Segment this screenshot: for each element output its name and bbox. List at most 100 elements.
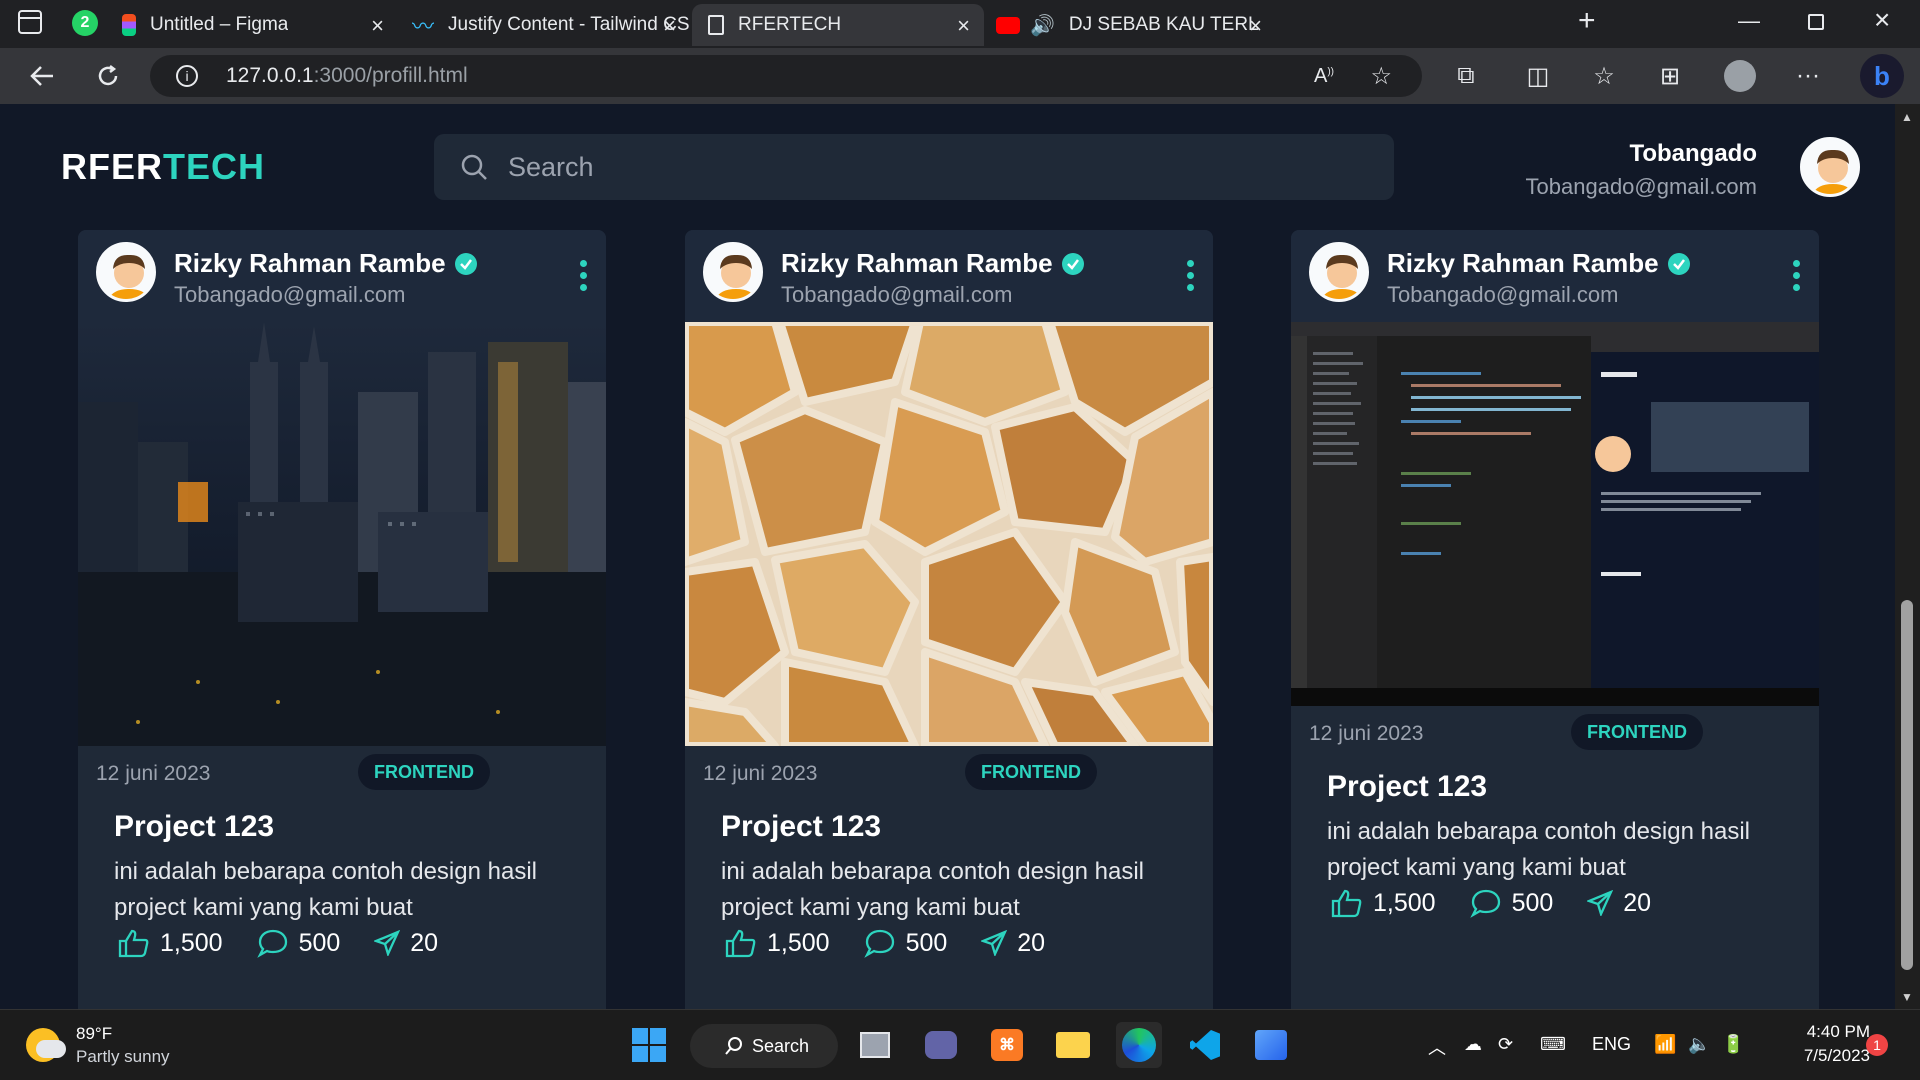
close-window-button[interactable]: ×: [1874, 4, 1890, 36]
sync-icon[interactable]: ⟳: [1498, 1034, 1513, 1055]
author-name-text: Rizky Rahman Rambe: [781, 248, 1053, 278]
scroll-up-arrow-icon[interactable]: ▲: [1901, 110, 1913, 124]
volume-icon[interactable]: 🔈: [1688, 1034, 1710, 1055]
back-arrow-icon[interactable]: [26, 60, 58, 92]
project-image[interactable]: [1291, 322, 1819, 706]
page-scrollbar[interactable]: ▲ ▼: [1895, 104, 1920, 1009]
close-icon[interactable]: ×: [663, 13, 676, 39]
author-avatar[interactable]: [96, 242, 156, 302]
refresh-icon[interactable]: [92, 60, 124, 92]
tab-rfertech[interactable]: RFERTECH ×: [692, 4, 984, 46]
weather-temp: 89°F: [76, 1024, 113, 1043]
file-explorer-icon[interactable]: [1050, 1022, 1096, 1068]
more-options-icon[interactable]: [1185, 260, 1195, 292]
comment-button[interactable]: 500: [863, 928, 947, 958]
favorite-star-icon[interactable]: ☆: [1370, 62, 1392, 91]
edge-browser-icon[interactable]: [1116, 1022, 1162, 1068]
scroll-down-arrow-icon[interactable]: ▼: [1901, 990, 1913, 1004]
wifi-icon[interactable]: 📶: [1654, 1034, 1676, 1055]
windows-start-icon[interactable]: [626, 1022, 672, 1068]
close-icon[interactable]: ×: [1249, 13, 1262, 39]
project-card[interactable]: Rizky Rahman Rambe Tobangado@gmail.com 1…: [78, 230, 606, 1009]
comments-count: 500: [298, 928, 341, 957]
more-menu-icon[interactable]: ···: [1792, 60, 1824, 92]
read-aloud-icon[interactable]: A)): [1314, 65, 1334, 88]
teams-chat-icon[interactable]: [918, 1022, 964, 1068]
browser-tab-bar: 2 Untitled – Figma × 〰 Justify Content -…: [0, 0, 1920, 48]
author-avatar[interactable]: [703, 242, 763, 302]
category-badge[interactable]: FRONTEND: [1571, 714, 1703, 750]
user-avatar[interactable]: [1800, 137, 1860, 197]
share-button[interactable]: 20: [981, 929, 1045, 958]
search-placeholder: Search: [508, 151, 594, 182]
minimize-button[interactable]: —: [1738, 8, 1760, 34]
favorites-icon[interactable]: ☆: [1588, 60, 1620, 92]
chevron-up-icon[interactable]: ︿: [1428, 1034, 1446, 1060]
share-button[interactable]: 20: [1587, 889, 1651, 918]
thumbs-up-icon: [725, 929, 756, 958]
comment-button[interactable]: 500: [1469, 888, 1553, 918]
tab-youtube[interactable]: 🔊 DJ SEBAB KAU TERLALU IND ×: [986, 4, 1276, 46]
split-screen-icon[interactable]: ◫: [1522, 60, 1554, 92]
project-image[interactable]: [685, 322, 1213, 746]
speaker-icon[interactable]: 🔊: [1030, 13, 1055, 38]
photos-icon[interactable]: [1248, 1022, 1294, 1068]
taskbar-search-label: Search: [752, 1035, 810, 1056]
scrollbar-thumb[interactable]: [1901, 600, 1913, 970]
tab-tailwind[interactable]: 〰 Justify Content - Tailwind CSS ×: [400, 4, 690, 46]
whatsapp-badge: 2: [80, 14, 90, 31]
like-button[interactable]: 1,500: [1331, 888, 1436, 918]
like-button[interactable]: 1,500: [725, 928, 830, 958]
search-icon: [461, 154, 487, 180]
info-icon[interactable]: i: [176, 65, 198, 87]
tab-actions-icon[interactable]: [18, 10, 42, 34]
close-icon[interactable]: ×: [371, 13, 384, 39]
project-description: ini adalah bebarapa contoh design hasil …: [721, 858, 1144, 921]
vscode-icon[interactable]: [1182, 1022, 1228, 1068]
project-card[interactable]: Rizky Rahman Rambe Tobangado@gmail.com 1…: [1291, 230, 1819, 1009]
extensions-icon[interactable]: ⧉: [1450, 60, 1482, 92]
tab-figma[interactable]: Untitled – Figma ×: [112, 4, 398, 46]
restore-button[interactable]: [1808, 14, 1824, 30]
like-button[interactable]: 1,500: [118, 928, 223, 958]
author-name[interactable]: Rizky Rahman Rambe: [1387, 248, 1691, 279]
send-icon: [981, 930, 1008, 956]
close-icon[interactable]: ×: [957, 13, 970, 39]
onedrive-icon[interactable]: ☁: [1464, 1034, 1482, 1055]
tab-title: RFERTECH: [738, 14, 842, 35]
search-icon: [725, 1037, 742, 1055]
task-view-icon[interactable]: [852, 1022, 898, 1068]
whatsapp-tab[interactable]: 2: [72, 10, 98, 36]
project-card[interactable]: Rizky Rahman Rambe Tobangado@gmail.com 1…: [685, 230, 1213, 1009]
url-bar[interactable]: i 127.0.0.1 :3000/profill.html A)) ☆: [150, 55, 1422, 97]
post-date: 12 juni 2023: [1309, 722, 1424, 745]
profile-icon[interactable]: [1724, 60, 1756, 92]
collections-icon[interactable]: ⊞: [1654, 60, 1686, 92]
keyboard-icon[interactable]: ⌨: [1540, 1034, 1566, 1055]
url-path: :3000/profill.html: [313, 64, 468, 87]
project-image[interactable]: [78, 322, 606, 746]
site-logo[interactable]: RFERTECH: [61, 146, 265, 188]
author-name[interactable]: Rizky Rahman Rambe: [781, 248, 1085, 279]
send-icon: [374, 930, 401, 956]
more-options-icon[interactable]: [578, 260, 588, 292]
comment-button[interactable]: 500: [256, 928, 341, 958]
taskbar-search-button[interactable]: Search: [690, 1024, 838, 1068]
xampp-icon[interactable]: ⌘: [984, 1022, 1030, 1068]
bing-icon[interactable]: b: [1860, 54, 1904, 98]
notification-badge[interactable]: 1: [1866, 1034, 1888, 1056]
more-options-icon[interactable]: [1791, 260, 1801, 292]
search-input[interactable]: Search: [434, 134, 1394, 200]
author-name[interactable]: Rizky Rahman Rambe: [174, 248, 478, 279]
author-name-text: Rizky Rahman Rambe: [174, 248, 446, 278]
weather-widget[interactable]: 89°F Partly sunny: [26, 1022, 196, 1070]
new-tab-button[interactable]: +: [1578, 4, 1596, 38]
battery-icon[interactable]: 🔋: [1722, 1034, 1744, 1055]
category-badge[interactable]: FRONTEND: [965, 754, 1097, 790]
author-avatar[interactable]: [1309, 242, 1369, 302]
share-button[interactable]: 20: [374, 929, 438, 958]
likes-count: 1,500: [767, 928, 830, 957]
clock[interactable]: 4:40 PM 7/5/2023: [1760, 1020, 1870, 1068]
category-badge[interactable]: FRONTEND: [358, 754, 490, 790]
language-indicator[interactable]: ENG: [1592, 1034, 1631, 1055]
